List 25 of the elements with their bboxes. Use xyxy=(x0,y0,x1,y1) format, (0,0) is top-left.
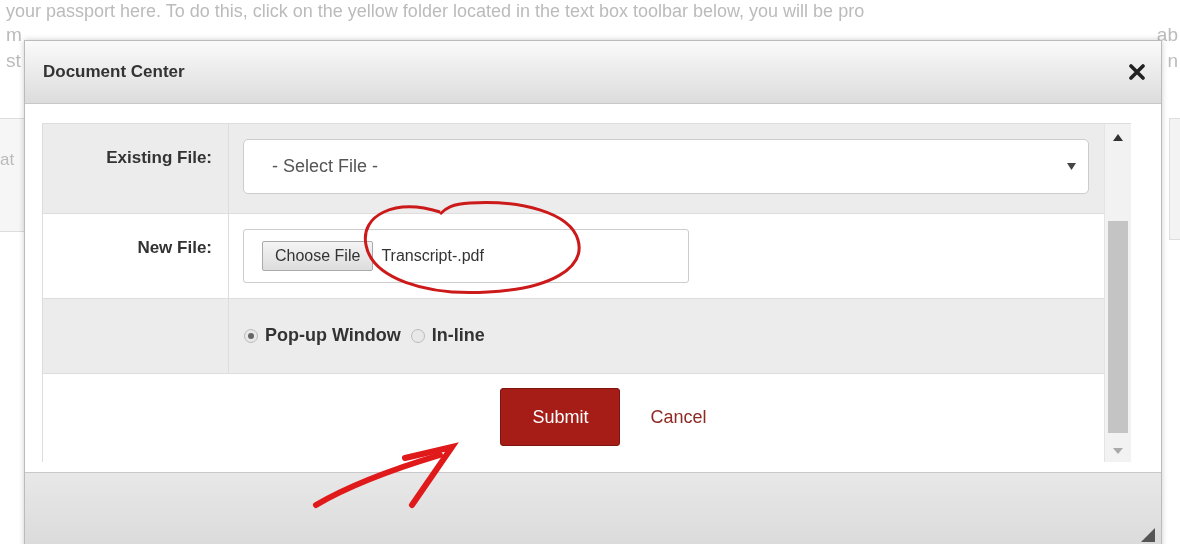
radio-label: Pop-up Window xyxy=(265,325,401,346)
paragraph-text: st xyxy=(6,49,21,73)
paragraph-text: at xyxy=(0,150,15,170)
paragraph-text: m xyxy=(6,23,22,47)
field-label: Existing File: xyxy=(106,148,212,167)
dropdown-caret-icon xyxy=(1067,163,1076,170)
radio-button[interactable] xyxy=(410,328,425,343)
paragraph-text: your passport here. To do this, click on the yellow folder located in the text box toolbar below, you will be pro xyxy=(5,0,866,22)
radio-label: In-line xyxy=(431,325,485,346)
resize-grip-icon[interactable] xyxy=(1141,528,1155,542)
dialog-title: Document Center xyxy=(43,62,185,82)
file-name: Transcript-.pdf xyxy=(381,247,484,265)
cancel-link[interactable]: Cancel xyxy=(650,406,707,428)
radio-button[interactable] xyxy=(244,328,258,343)
close-icon[interactable] xyxy=(1129,64,1145,80)
submit-button[interactable]: Submit xyxy=(500,388,621,446)
file-input[interactable]: Choose File Transcript-.pdf xyxy=(243,229,689,283)
file-select[interactable]: - Select File - xyxy=(243,139,1089,194)
scrollbar-thumb[interactable] xyxy=(1108,221,1128,433)
scroll-up-icon[interactable] xyxy=(1113,134,1123,141)
paragraph-text: n xyxy=(1167,49,1178,73)
paragraph-text: ab xyxy=(1156,23,1178,47)
choose-file-button[interactable]: Choose File xyxy=(262,241,374,271)
field-label: New File: xyxy=(137,238,212,257)
scrollbar[interactable] xyxy=(1104,124,1131,462)
